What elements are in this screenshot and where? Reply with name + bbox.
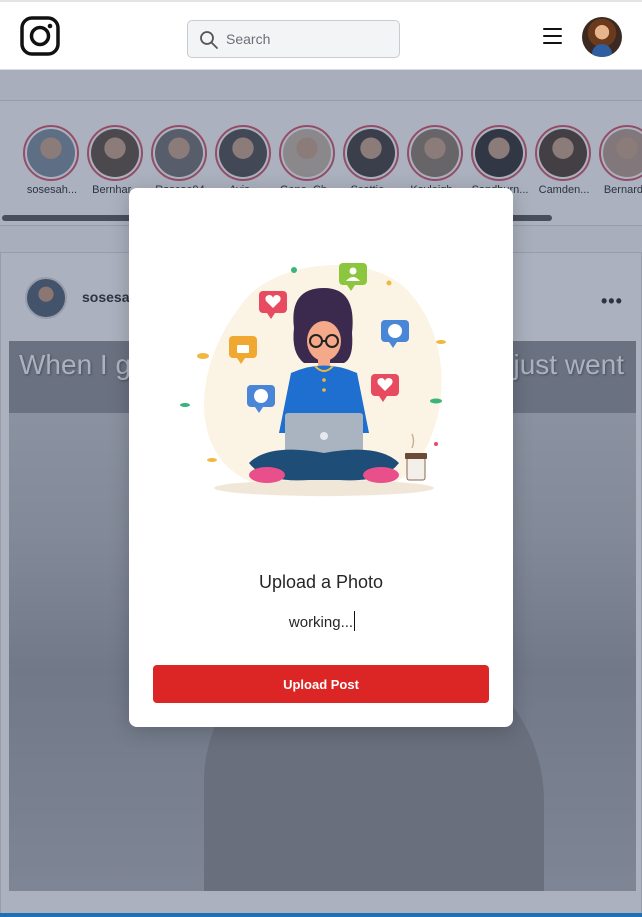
instagram-icon[interactable] <box>20 16 60 56</box>
profile-avatar[interactable] <box>582 17 622 57</box>
bottom-strip <box>0 913 642 917</box>
upload-modal: Upload a Photo Upload Post <box>129 188 513 727</box>
woman-with-laptop-illustration <box>180 263 446 497</box>
modal-title: Upload a Photo <box>258 572 384 592</box>
search-input[interactable] <box>226 21 394 57</box>
text-caret <box>354 611 355 631</box>
caption-input[interactable] <box>189 608 453 636</box>
upload-post-button[interactable]: Upload Post <box>153 665 489 703</box>
top-navigation-bar <box>0 0 642 70</box>
hamburger-menu-icon[interactable] <box>543 28 564 46</box>
search-icon <box>200 31 218 49</box>
search-box <box>187 20 400 58</box>
